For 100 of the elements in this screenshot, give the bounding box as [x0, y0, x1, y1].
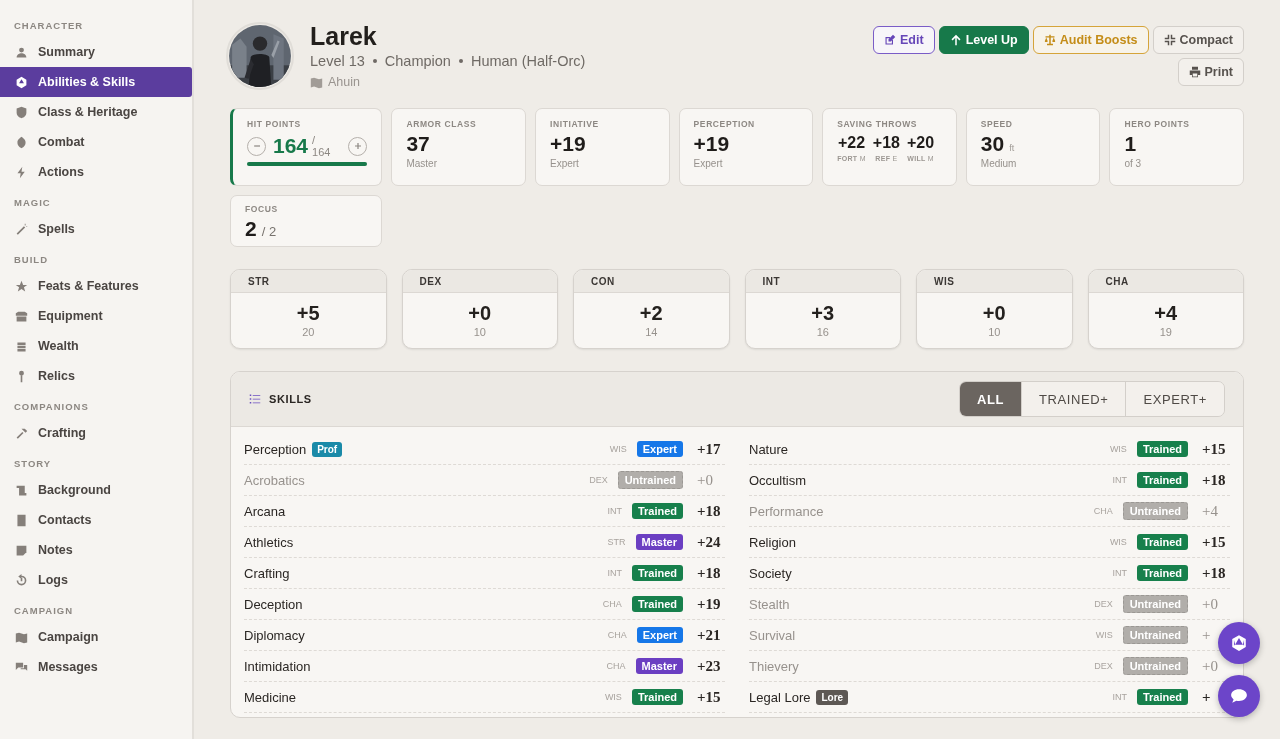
save-value: +18	[872, 134, 900, 152]
rank-badge: Untrained	[617, 471, 683, 489]
campaign-name: Ahuin	[328, 75, 360, 89]
nav-item[interactable]: Feats & Features	[0, 271, 192, 301]
nav-item[interactable]: Messages	[0, 652, 192, 682]
stat-note: Expert	[550, 158, 580, 169]
skill-modifier: +18	[1202, 471, 1227, 489]
stat-value: 30	[980, 132, 1005, 156]
skill-name: Society	[749, 565, 792, 581]
rank-badge: Trained	[631, 689, 683, 705]
ability-score: 10	[987, 326, 1002, 338]
chat-button[interactable]	[1218, 675, 1260, 717]
edit-icon	[884, 34, 896, 46]
rank-badge: Trained	[1136, 534, 1188, 550]
skill-modifier: +15	[697, 688, 722, 706]
ability-modifier: +0	[981, 302, 1007, 325]
skill-name: Acrobatics	[244, 472, 305, 488]
stat-value: 1	[1124, 132, 1137, 156]
rank-badge: Untrained	[1122, 595, 1188, 613]
skill-modifier: +18	[697, 502, 722, 520]
nav-item[interactable]: Background	[0, 475, 192, 505]
shield-icon	[15, 105, 28, 119]
ability-label: INT	[1112, 692, 1127, 702]
skill-modifier: +15	[1202, 533, 1227, 551]
stat-value: 2	[245, 217, 257, 241]
skill-modifier: +0	[1202, 657, 1219, 675]
stat-label: SPEED	[980, 119, 1014, 129]
nav-item[interactable]: Campaign	[0, 622, 192, 652]
rank-badge: Trained	[631, 503, 683, 519]
character-detail: Level 13	[310, 53, 365, 69]
nav-item[interactable]: Abilities & Skills	[0, 67, 192, 97]
filter-tab[interactable]: EXPERT+	[1125, 382, 1224, 416]
stat-value: +19	[693, 132, 730, 156]
filter-tab[interactable]: ALL	[959, 382, 1021, 416]
plus-icon	[352, 141, 363, 151]
stat-label: HERO POINTS	[1124, 119, 1191, 129]
separator-dot	[458, 59, 463, 63]
action-button[interactable]: Level Up	[938, 26, 1029, 54]
nav-item[interactable]: Notes	[0, 535, 192, 565]
skill-modifier: +0	[697, 471, 714, 489]
ability-label: WIS	[609, 444, 627, 454]
nav-item[interactable]: Actions	[0, 157, 192, 187]
ability-modifier: +0	[467, 302, 493, 325]
nav-item[interactable]: Contacts	[0, 505, 192, 535]
stat-label: ARMOR CLASS	[406, 119, 478, 129]
skill-modifier: +4	[1202, 502, 1219, 520]
character-detail: Champion	[384, 53, 451, 69]
nav-item[interactable]: Crafting	[0, 418, 192, 448]
nav-item[interactable]: Relics	[0, 361, 192, 391]
skill-modifier: +	[1202, 626, 1212, 644]
rank-badge: Trained	[631, 596, 683, 612]
action-button[interactable]: Edit	[873, 26, 935, 54]
rank-badge: Trained	[1136, 565, 1188, 581]
ability-label: DEX	[1094, 599, 1113, 609]
box-icon	[15, 309, 28, 323]
nav-item[interactable]: Equipment	[0, 301, 192, 331]
ability-label: INT	[607, 506, 622, 516]
dice-icon	[1230, 634, 1248, 652]
history-icon	[15, 573, 28, 587]
skill-tag: Prof	[312, 441, 343, 457]
rank-badge: Untrained	[1122, 657, 1188, 675]
stat-note: of 3	[1124, 158, 1143, 169]
skill-modifier: +21	[697, 626, 722, 644]
skill-name: Nature	[749, 441, 789, 457]
skill-name: Perception	[244, 441, 307, 457]
list-icon	[249, 393, 261, 405]
rank-badge: Untrained	[1122, 502, 1188, 520]
action-button[interactable]: Compact	[1152, 26, 1244, 54]
nav-item[interactable]: Wealth	[0, 331, 192, 361]
arrow-up-icon	[949, 34, 962, 46]
stat-note: Medium	[980, 158, 1018, 169]
stat-label: HIT POINTS	[247, 119, 302, 129]
hp-max: 164	[312, 146, 331, 158]
ability-name: DEX	[402, 270, 557, 293]
ability-label: INT	[607, 568, 622, 578]
skill-name: Survival	[749, 627, 796, 643]
ability-modifier: +5	[295, 302, 321, 325]
rank-badge: Trained	[1136, 472, 1188, 488]
print-button[interactable]: Print	[1177, 58, 1244, 86]
filter-tab[interactable]: TRAINED+	[1020, 382, 1126, 416]
ability-label: INT	[1112, 568, 1127, 578]
nav-item[interactable]: Class & Heritage	[0, 97, 192, 127]
ability-score: 16	[815, 326, 830, 338]
nav-item[interactable]: Summary	[0, 37, 192, 67]
ability-label: DEX	[589, 475, 608, 485]
skill-name: Deception	[244, 596, 303, 612]
stat-value: +19	[550, 132, 586, 156]
nav-item[interactable]: Spells	[0, 214, 192, 244]
skill-name: Legal Lore	[749, 689, 811, 705]
hp-value: 164	[273, 134, 309, 158]
rank-badge: Expert	[636, 441, 683, 457]
nav-item[interactable]: Logs	[0, 565, 192, 595]
ability-score: 19	[1158, 326, 1173, 338]
dice-button[interactable]	[1218, 622, 1260, 664]
nav-item[interactable]: Combat	[0, 127, 192, 157]
ability-score: 14	[644, 326, 659, 338]
ability-label: DEX	[1094, 661, 1113, 671]
stat-value: 37	[406, 132, 430, 156]
map-icon	[310, 75, 323, 89]
rank-badge: Trained	[631, 565, 683, 581]
